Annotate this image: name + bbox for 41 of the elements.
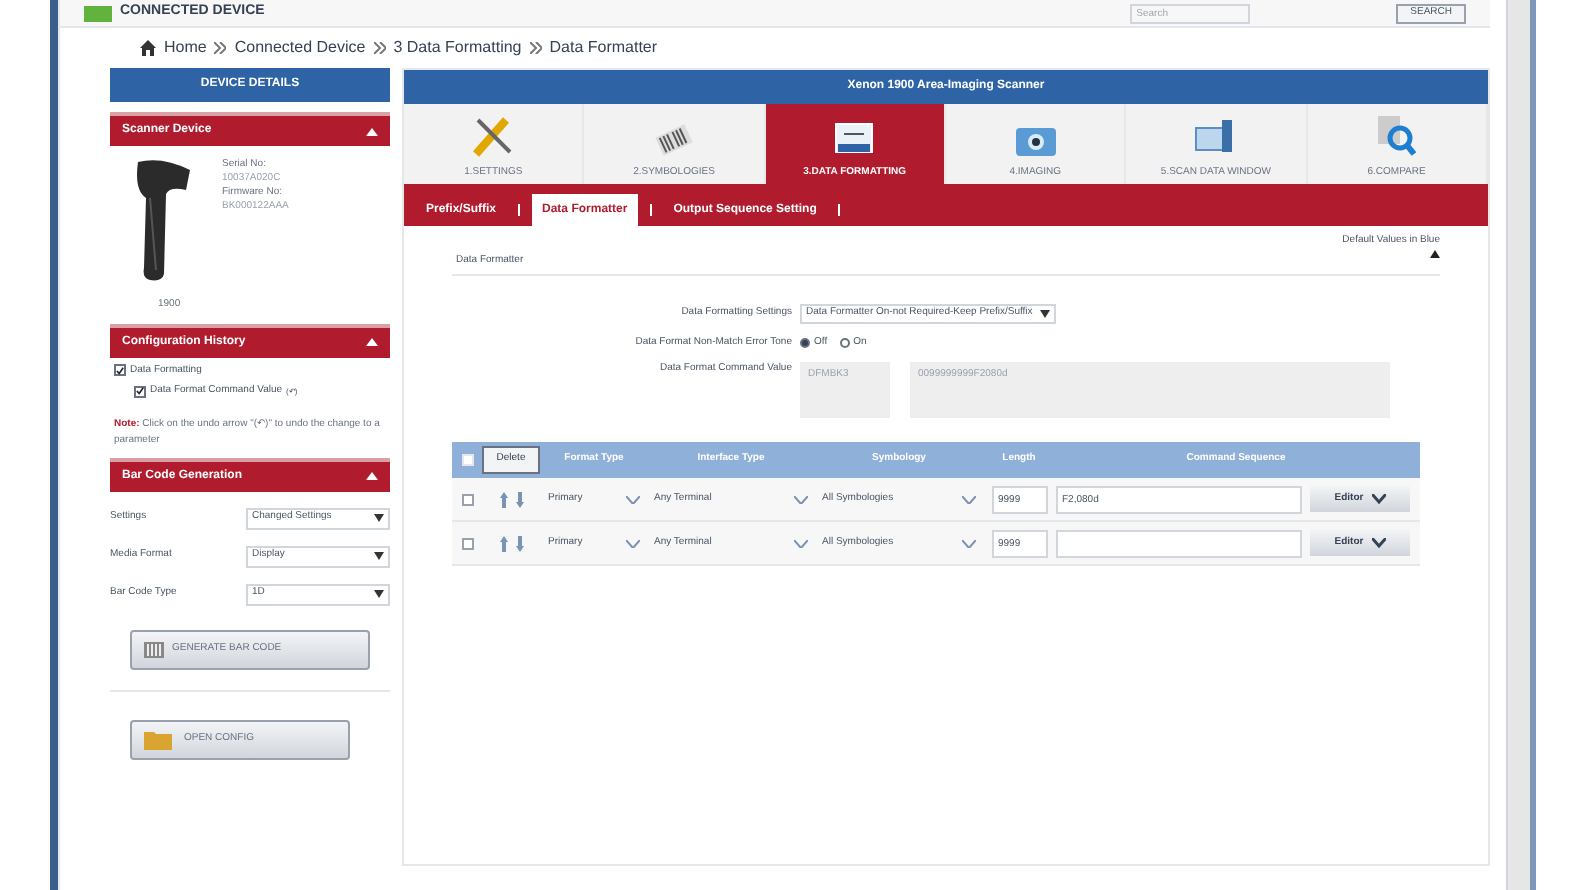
chevron-down-icon — [626, 495, 640, 503]
reorder-arrows-icon[interactable] — [498, 535, 526, 551]
magnifier-icon — [1374, 113, 1419, 157]
chevron-right-icon — [373, 42, 386, 54]
chevron-down-icon — [794, 539, 808, 547]
dropdown-arrow-icon — [1040, 309, 1051, 317]
scrollbar[interactable] — [1506, 0, 1530, 890]
barcode-icon — [144, 641, 164, 657]
folder-icon — [144, 728, 172, 750]
breadcrumb-link[interactable]: Connected Device — [234, 36, 366, 60]
reorder-arrows-icon[interactable] — [498, 491, 526, 507]
dropdown-arrow-icon — [374, 514, 384, 522]
chevron-right-icon — [214, 42, 227, 54]
collapse-icon[interactable] — [366, 127, 378, 135]
checkbox[interactable] — [134, 385, 146, 398]
collapse-icon[interactable] — [1430, 249, 1440, 257]
radio-button[interactable] — [839, 337, 850, 348]
breadcrumb-link[interactable]: Home — [164, 36, 207, 60]
checkbox[interactable] — [462, 537, 474, 549]
logo-icon — [84, 5, 112, 21]
chevron-down-icon — [1371, 494, 1386, 504]
chevron-down-icon — [962, 539, 976, 547]
collapse-icon[interactable] — [366, 338, 378, 346]
dropdown-arrow-icon — [374, 552, 384, 560]
chevron-down-icon — [626, 539, 640, 547]
collapse-icon[interactable] — [366, 472, 378, 480]
select-all-checkbox[interactable] — [462, 454, 474, 466]
home-icon[interactable] — [140, 40, 156, 56]
command-sequence-field[interactable] — [1056, 529, 1302, 557]
breadcrumb-link[interactable]: Data Formatter — [549, 36, 658, 60]
chevron-down-icon — [962, 495, 976, 503]
radio-button[interactable] — [800, 337, 810, 348]
chevron-down-icon — [1371, 538, 1386, 548]
breadcrumb-link[interactable]: 3 Data Formatting — [393, 36, 522, 60]
checkbox[interactable] — [462, 493, 474, 505]
monitor-icon — [834, 121, 875, 157]
dropdown-arrow-icon — [374, 590, 384, 598]
scan-window-icon — [1193, 117, 1238, 157]
chevron-right-icon — [529, 42, 542, 54]
chevron-down-icon — [794, 495, 808, 503]
checkbox[interactable] — [114, 364, 126, 377]
